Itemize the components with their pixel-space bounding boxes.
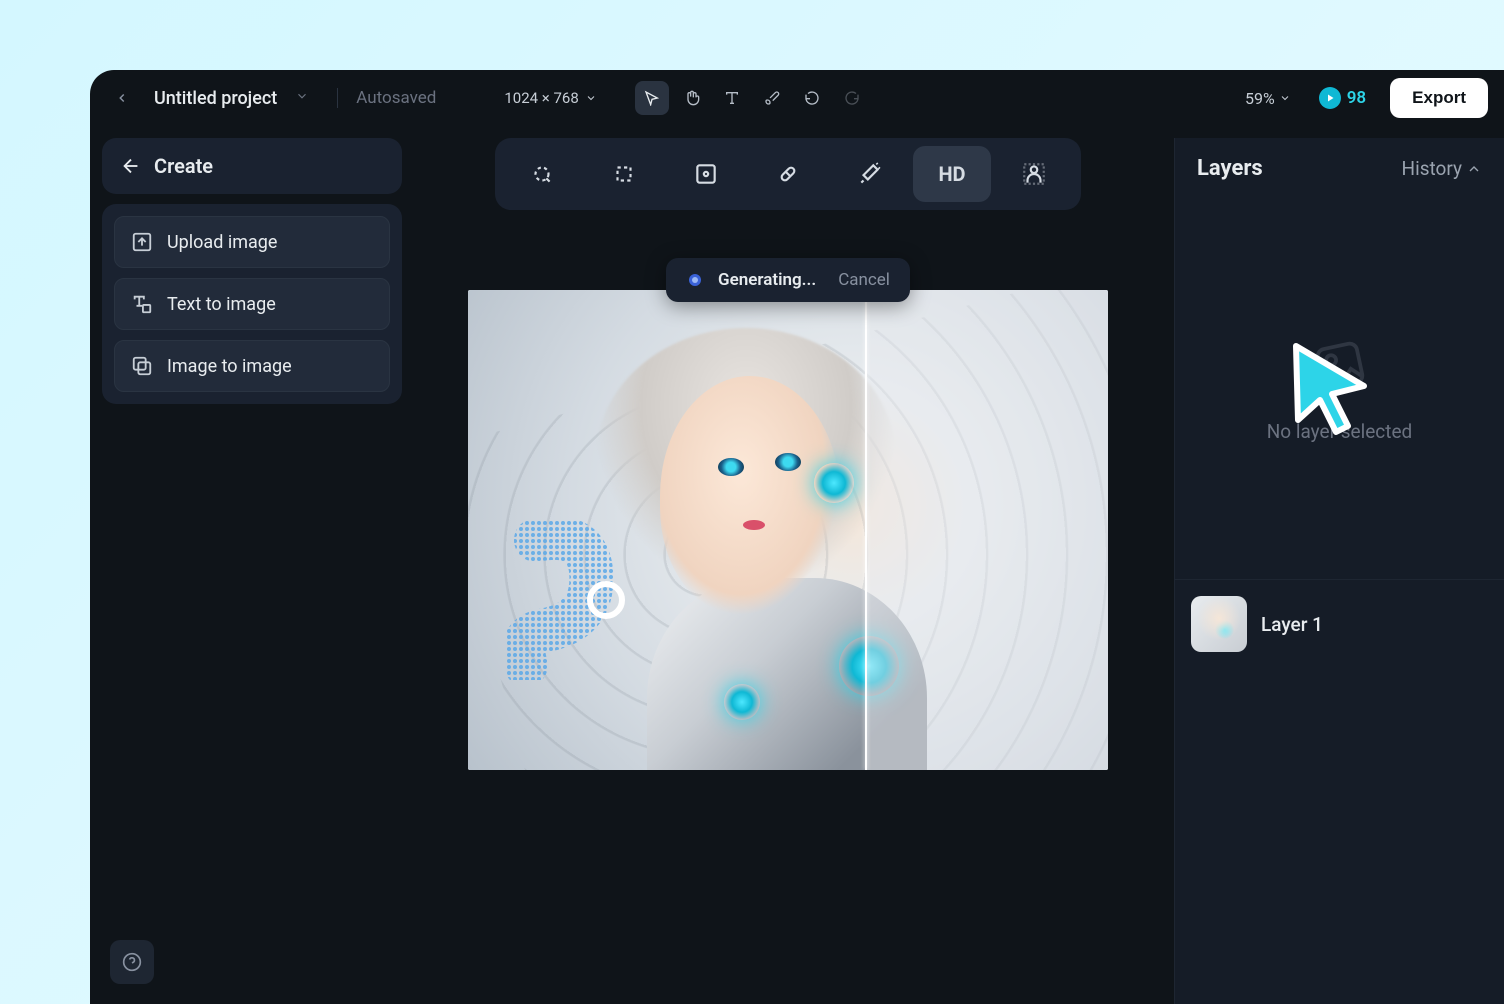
app-window: Untitled project Autosaved 1024 × 768 (90, 70, 1504, 1004)
divider (337, 88, 338, 108)
project-dropdown-icon[interactable] (295, 89, 309, 107)
hd-upscale-tool[interactable]: HD (913, 146, 991, 202)
canvas-image (468, 290, 1108, 770)
crop-tool[interactable] (585, 146, 663, 202)
text-to-image-icon (131, 293, 153, 315)
hd-label: HD (938, 162, 965, 186)
redo-button[interactable] (835, 81, 869, 115)
upload-label: Upload image (167, 232, 277, 253)
left-panel: Create Upload image Text to image Image … (102, 138, 402, 1004)
frame-tool[interactable] (667, 146, 745, 202)
upload-image-button[interactable]: Upload image (114, 216, 390, 268)
layers-tab[interactable]: Layers (1197, 156, 1263, 181)
create-header[interactable]: Create (102, 138, 402, 194)
create-options: Upload image Text to image Image to imag… (102, 204, 402, 404)
undo-button[interactable] (795, 81, 829, 115)
chevron-up-icon (1466, 161, 1482, 177)
generating-icon (686, 271, 704, 289)
image-to-image-button[interactable]: Image to image (114, 340, 390, 392)
back-arrow-icon (120, 155, 142, 177)
generating-text: Generating... (718, 270, 816, 290)
export-button[interactable]: Export (1390, 78, 1488, 118)
comparison-slider[interactable] (865, 290, 867, 770)
credits-value: 98 (1347, 88, 1366, 108)
dimensions-text: 1024 × 768 (504, 89, 578, 107)
text-to-image-button[interactable]: Text to image (114, 278, 390, 330)
magic-wand-tool[interactable] (831, 146, 909, 202)
text-tool[interactable] (715, 81, 749, 115)
canvas-dimensions[interactable]: 1024 × 768 (504, 89, 596, 107)
zoom-value: 59% (1245, 89, 1275, 108)
magic-brush-tool[interactable] (503, 146, 581, 202)
credits-icon (1319, 87, 1341, 109)
layer-thumbnail (1191, 596, 1247, 652)
generating-status: Generating... Cancel (666, 258, 910, 302)
heal-tool[interactable] (749, 146, 827, 202)
credits-indicator[interactable]: 98 (1319, 87, 1366, 109)
image-to-image-label: Image to image (167, 356, 292, 377)
right-panel: Layers History No layer selected Layer 1 (1174, 138, 1504, 1004)
create-title: Create (154, 154, 213, 178)
hand-tool[interactable] (675, 81, 709, 115)
layer-item[interactable]: Layer 1 (1191, 596, 1488, 652)
history-tab[interactable]: History (1402, 157, 1482, 180)
help-icon (122, 952, 142, 972)
canvas[interactable] (468, 290, 1108, 770)
cancel-button[interactable]: Cancel (838, 270, 890, 290)
text-to-image-label: Text to image (167, 294, 276, 315)
autosaved-label: Autosaved (356, 88, 436, 108)
demo-cursor-icon (1286, 338, 1376, 438)
right-panel-header: Layers History (1175, 138, 1504, 199)
back-button[interactable] (106, 82, 138, 114)
brush-tool[interactable] (755, 81, 789, 115)
topbar: Untitled project Autosaved 1024 × 768 (90, 70, 1504, 126)
layer-name: Layer 1 (1261, 613, 1323, 636)
top-tools (635, 81, 869, 115)
main-area: Create Upload image Text to image Image … (90, 126, 1504, 1004)
help-button[interactable] (110, 940, 154, 984)
brush-stroke-overlay (506, 520, 646, 680)
upload-icon (131, 231, 153, 253)
project-name[interactable]: Untitled project (154, 88, 277, 109)
cursor-tool[interactable] (635, 81, 669, 115)
canvas-toolbar: HD (495, 138, 1081, 210)
remove-bg-tool[interactable] (995, 146, 1073, 202)
image-to-image-icon (131, 355, 153, 377)
center-area: HD Generating... Cancel (416, 138, 1160, 1004)
zoom-control[interactable]: 59% (1245, 89, 1291, 108)
layer-list: Layer 1 (1175, 579, 1504, 668)
